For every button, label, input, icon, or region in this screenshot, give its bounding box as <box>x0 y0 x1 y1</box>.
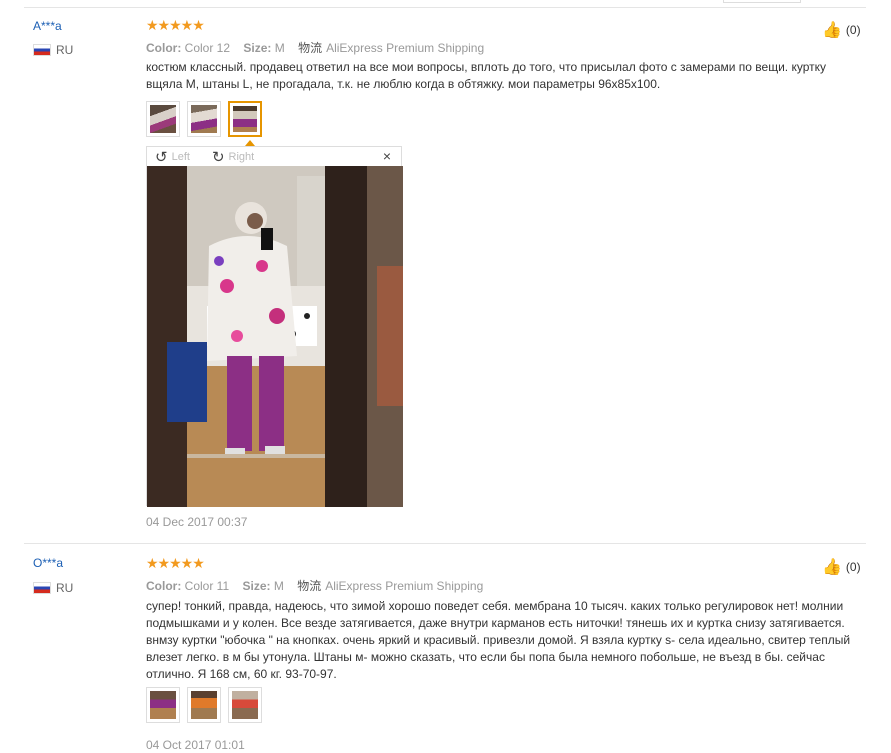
color-value: Color 11 <box>184 579 230 593</box>
order-info: Color: Color 12 Size: M 物流 AliExpress Pre… <box>146 39 484 56</box>
star-rating: ★★★★★ <box>146 17 205 33</box>
close-icon[interactable]: × <box>383 148 391 164</box>
review-photos <box>146 687 262 723</box>
thumbs-up-icon: 👍 <box>822 22 842 39</box>
order-info: Color: Color 11 Size: M 物流 AliExpress Pre… <box>146 577 483 594</box>
helpful-button[interactable]: 👍 (0) <box>822 20 861 40</box>
color-label: Color: <box>146 579 182 593</box>
color-label: Color: <box>146 41 182 55</box>
review-date: 04 Oct 2017 01:01 <box>146 738 245 752</box>
rotate-left-label[interactable]: Left <box>172 151 190 163</box>
size-value: M <box>273 579 284 593</box>
photo-thumbnail[interactable] <box>187 101 221 137</box>
shipping-method: AliExpress Premium Shipping <box>326 41 485 55</box>
star-rating: ★★★★★ <box>146 555 205 571</box>
shipping-method: AliExpress Premium Shipping <box>325 579 484 593</box>
photo-thumbnail[interactable] <box>146 101 180 137</box>
size-value: M <box>274 41 285 55</box>
thumbs-up-icon: 👍 <box>822 559 842 576</box>
like-count: (0) <box>845 560 861 574</box>
review-photo-large <box>147 166 403 507</box>
photo-thumbnail[interactable] <box>187 687 221 723</box>
reviewer-country: RU <box>33 581 73 595</box>
russia-flag-icon <box>33 44 51 56</box>
rotate-right-icon[interactable]: ↻ <box>212 148 225 166</box>
size-label: Size: <box>242 579 271 593</box>
review-item: A***a RU ★★★★★ Color: Color 12 Size: M 物… <box>0 0 891 540</box>
country-code: RU <box>56 43 74 57</box>
review-item: O***a RU ★★★★★ Color: Color 11 Size: M 物… <box>0 545 891 753</box>
color-value: Color 12 <box>184 41 231 55</box>
photo-thumbnail-selected[interactable] <box>228 101 262 137</box>
review-photos <box>146 101 262 137</box>
like-count: (0) <box>845 23 861 37</box>
size-label: Size: <box>243 41 272 55</box>
country-code: RU <box>56 581 74 595</box>
review-text: супер! тонкий, правда, надеюсь, что зимо… <box>146 599 851 681</box>
photo-thumbnail[interactable] <box>228 687 262 723</box>
photo-viewer: ↺ Left ↻ Right × <box>146 146 403 507</box>
helpful-button[interactable]: 👍 (0) <box>822 557 861 577</box>
reviewer-name[interactable]: A***a <box>33 19 62 33</box>
reviewer-country: RU <box>33 43 73 57</box>
mirror-selfie-image <box>147 166 403 507</box>
shipping-icon: 物流 <box>297 579 322 593</box>
review-text: костюм классный. продавец ответил на все… <box>146 60 826 91</box>
russia-flag-icon <box>33 582 51 594</box>
photo-viewer-toolbar: ↺ Left ↻ Right × <box>147 147 401 166</box>
rotate-left-icon[interactable]: ↺ <box>155 148 168 166</box>
photo-thumbnail[interactable] <box>146 687 180 723</box>
shipping-icon: 物流 <box>298 41 323 55</box>
divider <box>24 543 866 544</box>
rotate-right-label[interactable]: Right <box>229 151 255 163</box>
review-date: 04 Dec 2017 00:37 <box>146 515 248 529</box>
reviewer-name[interactable]: O***a <box>33 556 63 570</box>
